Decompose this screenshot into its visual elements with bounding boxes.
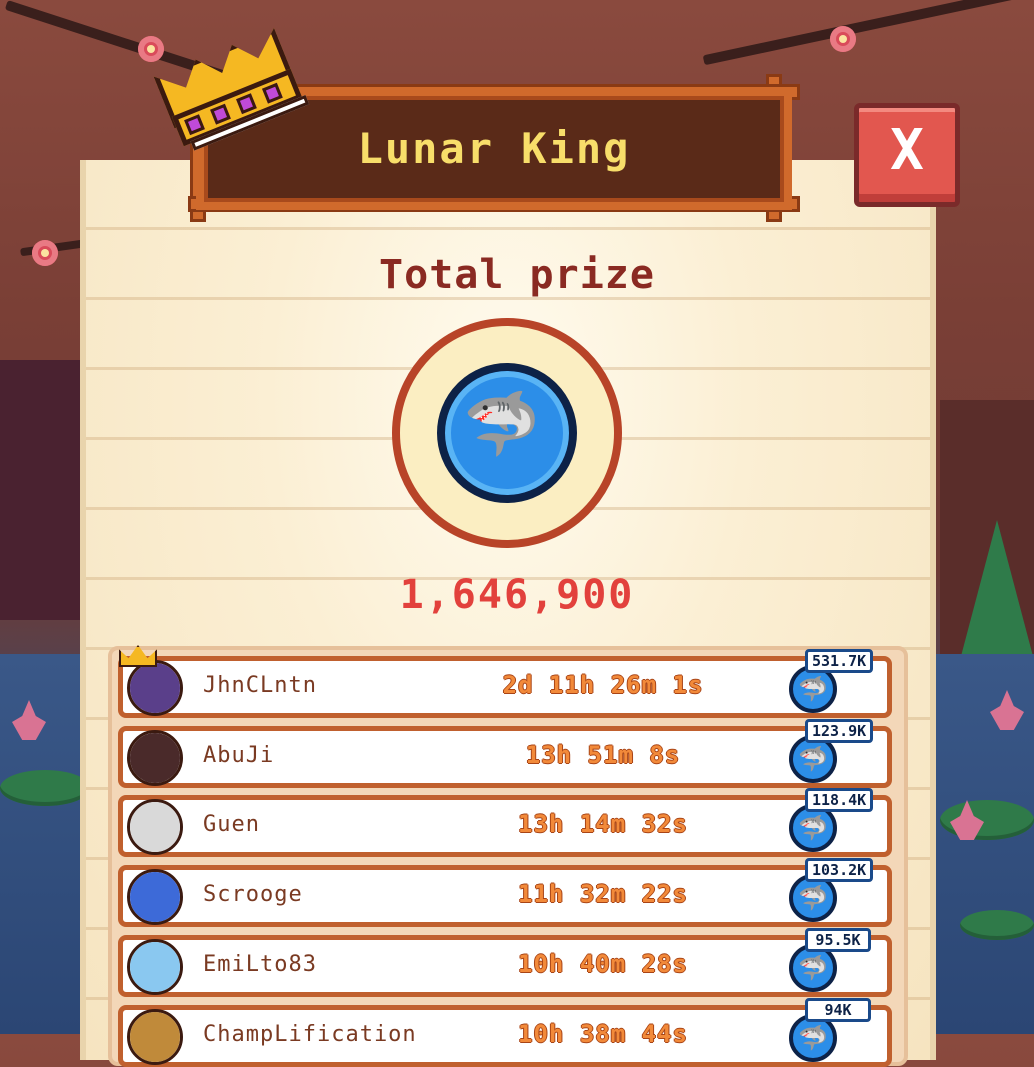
player-avatar[interactable]	[127, 1009, 183, 1065]
lilypad	[0, 770, 90, 806]
player-avatar[interactable]	[127, 799, 183, 855]
shark-coin-icon: 🦈	[437, 363, 577, 503]
total-prize-label: Total prize	[379, 252, 655, 298]
player-time: 13h 14m 32s	[518, 810, 688, 838]
reward-amount: 103.2K	[805, 858, 874, 882]
player-time: 13h 51m 8s	[525, 741, 681, 769]
player-name: JhnCLntn	[203, 673, 317, 698]
player-name: Guen	[203, 812, 260, 837]
lilypad	[960, 910, 1034, 940]
reward-amount: 531.7K	[805, 649, 874, 673]
leaderboard-row[interactable]: Guen 13h 14m 32s 🦈 118.4K	[118, 788, 892, 857]
reward-amount: 118.4K	[805, 788, 874, 812]
leaderboard-row[interactable]: JhnCLntn 2d 11h 26m 1s 🦈 531.7K	[118, 645, 892, 718]
player-name: ChampLification	[203, 1022, 417, 1047]
close-button[interactable]: X	[854, 103, 960, 207]
reward-amount: 94K	[805, 998, 871, 1022]
leaderboard-row[interactable]: Scrooge 11h 32m 22s 🦈 103.2K	[118, 858, 892, 927]
page-title: Lunar King	[357, 124, 631, 173]
leaderboard-row[interactable]: AbuJi 13h 51m 8s 🦈 123.9K	[118, 719, 892, 788]
player-time: 11h 32m 22s	[518, 880, 688, 908]
player-avatar[interactable]	[127, 730, 183, 786]
leaderboard-row[interactable]: EmiLto83 10h 40m 28s 🦈 95.5K	[118, 928, 892, 997]
player-time: 10h 38m 44s	[518, 1020, 688, 1048]
leaderboard-row[interactable]: ChampLification 10h 38m 44s 🦈 94K	[118, 998, 892, 1067]
player-avatar[interactable]	[127, 939, 183, 995]
reward-amount: 95.5K	[805, 928, 871, 952]
player-time: 10h 40m 28s	[518, 950, 688, 978]
blossom	[830, 26, 856, 52]
player-name: EmiLto83	[203, 952, 317, 977]
player-name: Scrooge	[203, 882, 303, 907]
reward-amount: 123.9K	[805, 719, 874, 743]
branch	[702, 0, 1034, 66]
player-time: 2d 11h 26m 1s	[502, 671, 704, 699]
total-prize-amount: 1,646,900	[399, 572, 635, 618]
player-name: AbuJi	[203, 743, 275, 768]
player-avatar[interactable]	[127, 869, 183, 925]
player-avatar[interactable]	[127, 660, 183, 716]
